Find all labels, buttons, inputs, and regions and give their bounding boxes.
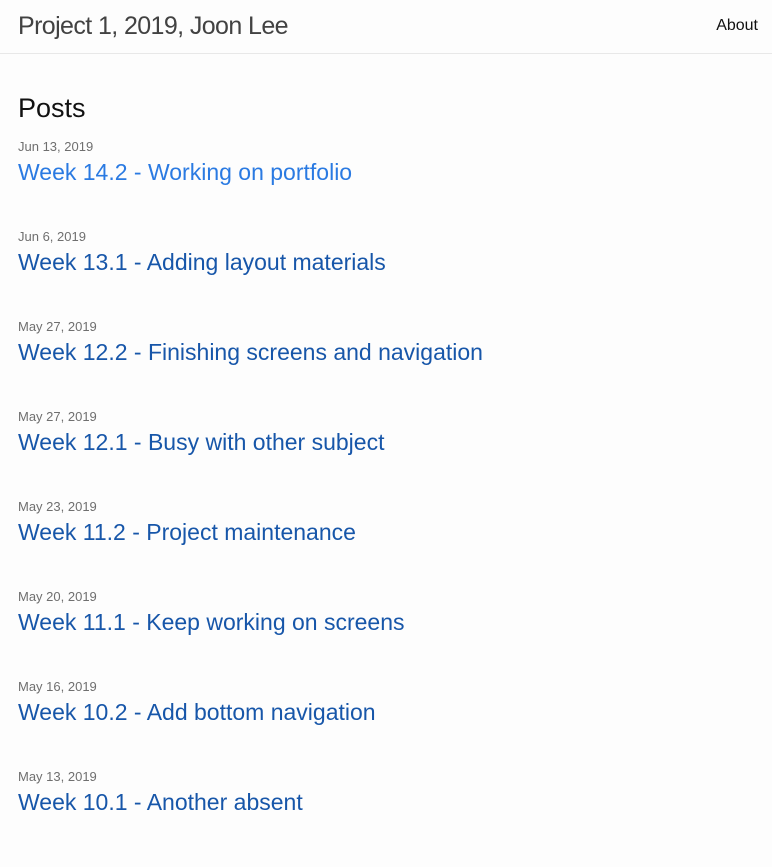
post-date: May 23, 2019 [18, 499, 97, 514]
post-item: May 13, 2019 Week 10.1 - Another absent [18, 768, 772, 858]
post-item: May 27, 2019 Week 12.2 - Finishing scree… [18, 318, 772, 408]
post-date: May 27, 2019 [18, 409, 97, 424]
post-date: May 27, 2019 [18, 319, 97, 334]
post-date: May 20, 2019 [18, 589, 97, 604]
post-link[interactable]: Week 11.1 - Keep working on screens [18, 607, 405, 637]
post-link[interactable]: Week 12.1 - Busy with other subject [18, 427, 384, 457]
post-link[interactable]: Week 12.2 - Finishing screens and naviga… [18, 337, 483, 367]
post-link[interactable]: Week 14.2 - Working on portfolio [18, 157, 352, 187]
post-link[interactable]: Week 10.1 - Another absent [18, 787, 303, 817]
page-content: Posts Jun 13, 2019 Week 14.2 - Working o… [0, 54, 772, 858]
post-item: Jun 13, 2019 Week 14.2 - Working on port… [18, 138, 772, 228]
post-item: May 20, 2019 Week 11.1 - Keep working on… [18, 588, 772, 678]
post-date: Jun 13, 2019 [18, 139, 94, 154]
post-item: May 16, 2019 Week 10.2 - Add bottom navi… [18, 678, 772, 768]
post-link[interactable]: Week 10.2 - Add bottom navigation [18, 697, 376, 727]
post-list: Jun 13, 2019 Week 14.2 - Working on port… [18, 138, 772, 858]
site-header: Project 1, 2019, Joon Lee About [0, 0, 772, 54]
post-item: May 27, 2019 Week 12.1 - Busy with other… [18, 408, 772, 498]
post-date: Jun 6, 2019 [18, 229, 86, 244]
posts-heading: Posts [18, 93, 86, 123]
post-date: May 16, 2019 [18, 679, 97, 694]
post-date: May 13, 2019 [18, 769, 97, 784]
post-item: May 23, 2019 Week 11.2 - Project mainten… [18, 498, 772, 588]
site-title-link[interactable]: Project 1, 2019, Joon Lee [18, 10, 289, 42]
post-link[interactable]: Week 13.1 - Adding layout materials [18, 247, 386, 277]
post-item: Jun 6, 2019 Week 13.1 - Adding layout ma… [18, 228, 772, 318]
nav-link-about[interactable]: About [716, 17, 758, 34]
site-nav: About [716, 15, 758, 37]
post-link[interactable]: Week 11.2 - Project maintenance [18, 517, 356, 547]
